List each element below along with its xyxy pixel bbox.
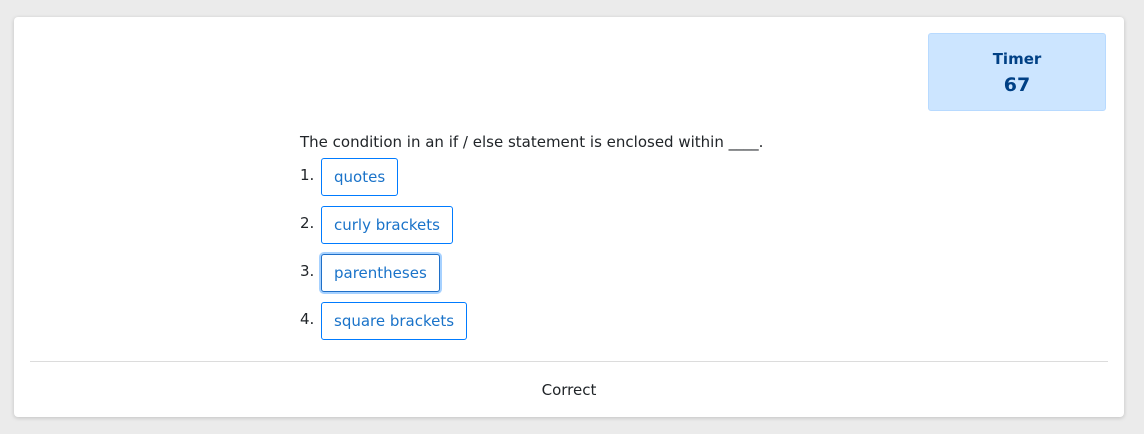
choice-button-curly-brackets[interactable]: curly brackets [321,206,453,244]
choice-item: 1. quotes [300,158,467,206]
quiz-card: Timer 67 The condition in an if / else s… [14,17,1124,417]
choice-number: 2. [300,214,315,232]
timer-label: Timer [992,50,1042,68]
choice-button-parentheses[interactable]: parentheses [321,254,440,292]
choice-number: 1. [300,166,315,184]
choice-button-quotes[interactable]: quotes [321,158,399,196]
choice-item: 3. parentheses [300,254,467,302]
result-feedback: Correct [541,381,597,399]
choice-number: 4. [300,310,315,328]
divider [30,361,1108,362]
timer-value: 67 [1003,74,1031,96]
choice-item: 2. curly brackets [300,206,467,254]
choice-button-square-brackets[interactable]: square brackets [321,302,468,340]
choice-item: 4. square brackets [300,302,468,350]
choice-number: 3. [300,262,315,280]
choice-list: 1. quotes 2. curly brackets 3. parenthes… [300,158,468,350]
timer-panel: Timer 67 [928,33,1106,111]
question-text: The condition in an if / else statement … [300,133,764,151]
